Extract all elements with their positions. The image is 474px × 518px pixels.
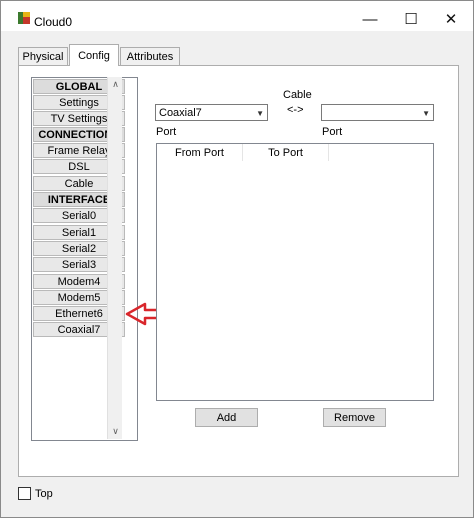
window-title: Cloud0 — [34, 15, 73, 29]
right-cable-select[interactable]: ▼ — [321, 104, 434, 121]
minimize-button[interactable]: — — [355, 9, 385, 29]
dropdown-arrow-icon: ▼ — [422, 109, 430, 118]
title-bar: Cloud0 — ☐ ✕ — [1, 1, 473, 31]
add-button[interactable]: Add — [195, 408, 258, 427]
top-checkbox[interactable] — [18, 487, 31, 500]
right-port-label: Port — [322, 126, 343, 138]
cable-label: Cable — [283, 89, 312, 101]
column-header-from-port[interactable]: From Port — [157, 144, 243, 161]
scroll-down-icon[interactable]: ∨ — [108, 424, 123, 439]
tab-physical[interactable]: Physical — [18, 47, 68, 65]
left-cable-select-value: Coaxial7 — [159, 106, 202, 119]
sidebar-scrollbar[interactable]: ∧ ∨ — [107, 77, 122, 439]
left-port-label: Port — [156, 126, 177, 138]
left-cable-select[interactable]: Coaxial7 ▼ — [155, 104, 268, 121]
tab-attributes[interactable]: Attributes — [120, 47, 180, 65]
cloud-config-window: Cloud0 — ☐ ✕ Physical Config Attributes … — [0, 0, 474, 518]
cloud-app-icon — [18, 12, 30, 24]
remove-button[interactable]: Remove — [323, 408, 386, 427]
close-button[interactable]: ✕ — [436, 9, 466, 29]
tab-config[interactable]: Config — [69, 44, 119, 66]
column-header-to-port[interactable]: To Port — [243, 144, 329, 161]
port-mapping-list[interactable]: From Port To Port — [156, 143, 434, 401]
maximize-button[interactable]: ☐ — [396, 9, 426, 29]
scroll-up-icon[interactable]: ∧ — [108, 77, 123, 92]
cable-direction-arrow: <-> — [287, 104, 304, 116]
top-checkbox-label: Top — [35, 488, 53, 500]
dropdown-arrow-icon: ▼ — [256, 109, 264, 118]
